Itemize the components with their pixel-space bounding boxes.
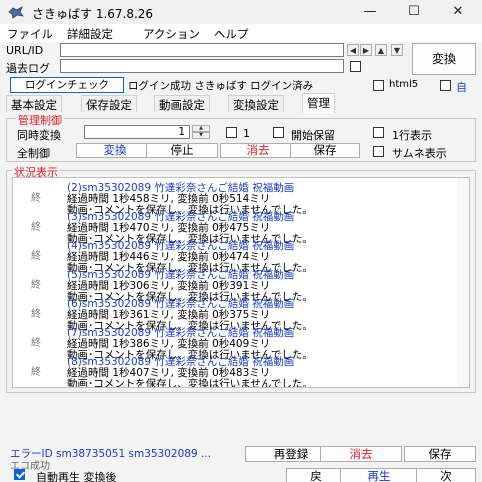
delete-all-button[interactable]: 消去 bbox=[220, 143, 296, 158]
past-log-label: 過去ログ bbox=[6, 62, 50, 75]
past-log-checkbox[interactable] bbox=[350, 61, 361, 72]
log-scrollbar[interactable] bbox=[457, 178, 469, 387]
menu-help[interactable]: ヘルプ bbox=[214, 26, 249, 42]
thumbnail-checkbox[interactable] bbox=[373, 146, 384, 157]
login-check-button[interactable]: ログインチェック bbox=[10, 77, 124, 93]
log-note: 動画･コメントを保存し、変換は行いませんでした。 bbox=[67, 378, 313, 388]
auto-play-label: 自動再生 変換後 bbox=[36, 471, 117, 482]
tab-conversion-settings[interactable]: 変換設定 bbox=[228, 95, 284, 112]
menu-action[interactable]: アクション bbox=[143, 26, 200, 42]
arrow-up-icon[interactable]: ▲ bbox=[375, 44, 387, 56]
save-button[interactable]: 保存 bbox=[404, 446, 476, 462]
maximize-button[interactable]: ☐ bbox=[392, 0, 436, 24]
one-line-checkbox[interactable] bbox=[373, 127, 384, 138]
convert-main-button[interactable]: 変換 bbox=[412, 43, 476, 75]
log-status: 終 bbox=[31, 251, 41, 262]
save-all-button[interactable]: 保存 bbox=[290, 143, 360, 158]
log-entry: 終 (3)sm35302089 竹達彩奈さんご結婚 祝福動画 経過時間 1秒47… bbox=[13, 209, 457, 245]
title-bar: さきゅばす 1.67.8.26 — ☐ ✕ bbox=[0, 0, 482, 24]
log-entry: 終 (6)sm35302089 竹達彩奈さんご結婚 祝福動画 経過時間 1秒36… bbox=[13, 296, 457, 332]
tab-basic-settings[interactable]: 基本設定 bbox=[6, 95, 62, 112]
one-checkbox[interactable] bbox=[226, 127, 237, 138]
tab-management[interactable]: 管理 bbox=[302, 93, 335, 113]
log-status: 終 bbox=[31, 367, 41, 378]
menu-advanced-settings[interactable]: 詳細設定 bbox=[67, 26, 113, 42]
close-button[interactable]: ✕ bbox=[436, 0, 480, 24]
menu-file[interactable]: ファイル bbox=[7, 26, 53, 42]
login-status-text: ログイン成功 さきゅばす ログイン済み bbox=[128, 80, 314, 92]
play-button[interactable]: 再生 bbox=[340, 468, 418, 482]
management-group-title: 管理制御 bbox=[16, 112, 64, 128]
log-entry: 終 (2)sm35302089 竹達彩奈さんご結婚 祝福動画 経過時間 1秒45… bbox=[13, 180, 457, 216]
html5-checkbox[interactable] bbox=[373, 80, 384, 91]
tab-save-settings[interactable]: 保存設定 bbox=[81, 95, 137, 112]
log-entry: 終 (7)sm35302089 竹達彩奈さんご結婚 祝福動画 経過時間 1秒38… bbox=[13, 325, 457, 361]
log-entry: 終 (4)sm35302089 竹達彩奈さんご結婚 祝福動画 経過時間 1秒44… bbox=[13, 238, 457, 274]
back-button[interactable]: 戻 bbox=[286, 468, 346, 482]
start-hold-checkbox[interactable] bbox=[273, 127, 284, 138]
url-input[interactable] bbox=[60, 43, 344, 57]
thumbnail-label: サムネ表示 bbox=[392, 147, 447, 160]
spin-up-icon[interactable]: ▲ bbox=[192, 125, 210, 132]
minimize-button[interactable]: — bbox=[348, 0, 392, 24]
log-status: 終 bbox=[31, 193, 41, 204]
all-control-label: 全制御 bbox=[17, 147, 50, 160]
self-label: 自 bbox=[456, 81, 467, 94]
tab-video-settings[interactable]: 動画設定 bbox=[154, 95, 210, 112]
next-button[interactable]: 次 bbox=[416, 468, 476, 482]
menu-bar: ファイル 詳細設定 アクション ヘルプ bbox=[0, 24, 482, 42]
log-status: 終 bbox=[31, 338, 41, 349]
past-log-input[interactable] bbox=[60, 59, 344, 73]
self-checkbox[interactable] bbox=[440, 80, 451, 91]
app-logo-icon bbox=[8, 6, 24, 19]
one-line-label: 1行表示 bbox=[392, 129, 432, 142]
auto-play-checkbox[interactable] bbox=[14, 469, 25, 480]
url-label: URL/ID bbox=[6, 44, 44, 57]
html5-label: html5 bbox=[389, 79, 419, 90]
spin-down-icon[interactable]: ▼ bbox=[192, 132, 210, 139]
log-status: 終 bbox=[31, 309, 41, 320]
status-log-list[interactable]: 終 (2)sm35302089 竹達彩奈さんご結婚 祝福動画 経過時間 1秒45… bbox=[12, 177, 470, 388]
window-title: さきゅばす 1.67.8.26 bbox=[32, 7, 154, 21]
arrow-left-icon[interactable]: ◀ bbox=[347, 44, 359, 56]
delete-button[interactable]: 消去 bbox=[320, 446, 402, 462]
log-status: 終 bbox=[31, 222, 41, 233]
start-hold-label: 開始保留 bbox=[291, 129, 335, 142]
log-status: 終 bbox=[31, 280, 41, 291]
one-label: 1 bbox=[243, 127, 250, 140]
simultaneous-input[interactable]: 1 bbox=[84, 125, 190, 139]
log-entry: 終 (5)sm35302089 竹達彩奈さんご結婚 祝福動画 経過時間 1秒30… bbox=[13, 267, 457, 303]
log-entry: 終 (8)sm35302089 竹達彩奈さんご結婚 祝福動画 経過時間 1秒40… bbox=[13, 354, 457, 388]
arrow-right-icon[interactable]: ▶ bbox=[360, 44, 372, 56]
stop-all-button[interactable]: 停止 bbox=[146, 143, 218, 158]
arrow-down-icon[interactable]: ▼ bbox=[391, 44, 403, 56]
simultaneous-label: 同時変換 bbox=[17, 129, 61, 142]
convert-all-button[interactable]: 変換 bbox=[76, 143, 154, 158]
